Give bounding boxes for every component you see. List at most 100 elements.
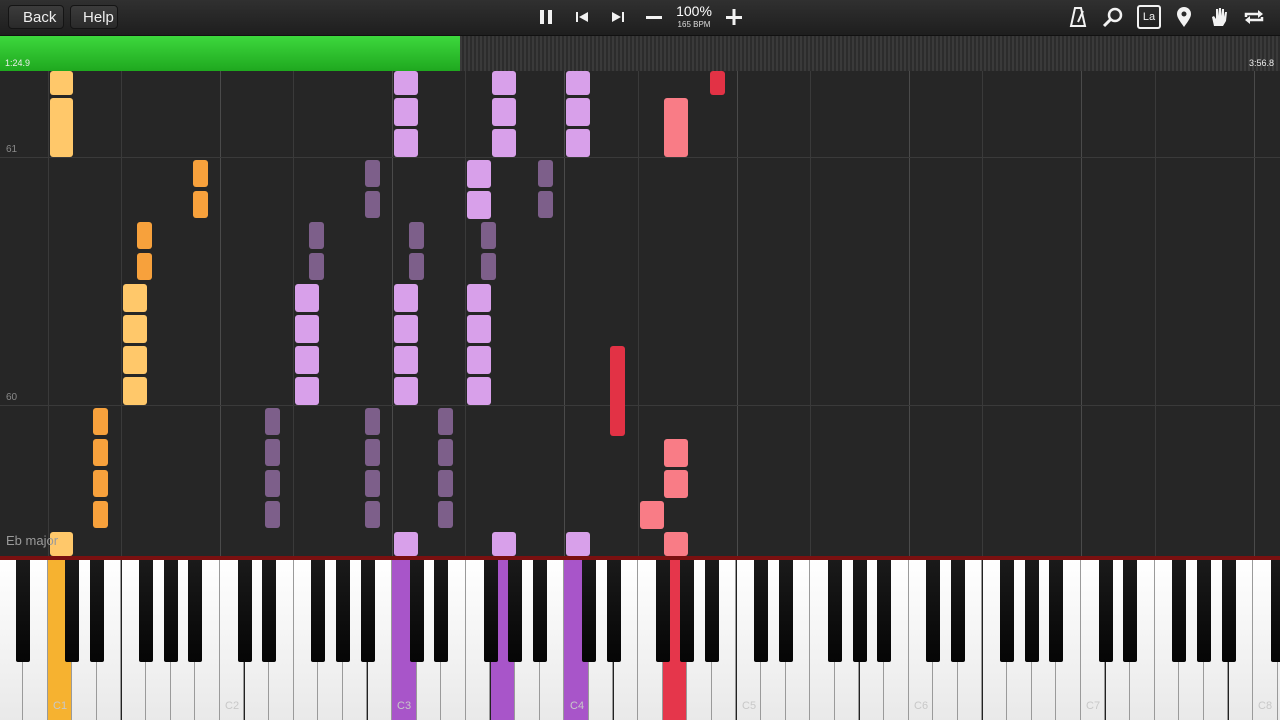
black-key[interactable]	[754, 560, 769, 662]
black-key[interactable]	[1000, 560, 1015, 662]
black-key[interactable]	[877, 560, 892, 662]
black-key[interactable]	[483, 560, 498, 662]
note	[492, 71, 516, 95]
black-key[interactable]	[65, 560, 80, 662]
note	[467, 284, 491, 312]
plus-icon[interactable]	[721, 4, 747, 30]
note	[50, 98, 73, 157]
black-key[interactable]	[532, 560, 547, 662]
black-key[interactable]	[360, 560, 375, 662]
black-key[interactable]	[655, 560, 670, 662]
label-icon[interactable]: La	[1136, 4, 1162, 30]
black-key[interactable]	[16, 560, 31, 662]
octave-label: C2	[225, 700, 240, 712]
zoom-icon[interactable]	[1100, 4, 1126, 30]
note	[664, 532, 688, 556]
progress-bar[interactable]: 1:24.9 3:56.8	[0, 36, 1280, 71]
note	[295, 346, 319, 374]
note	[365, 501, 380, 528]
black-key[interactable]	[680, 560, 695, 662]
black-key[interactable]	[704, 560, 719, 662]
black-key[interactable]	[606, 560, 621, 662]
elapsed-time: 1:24.9	[5, 58, 31, 68]
note	[664, 98, 688, 157]
skip-next-icon[interactable]	[605, 4, 631, 30]
black-key[interactable]	[926, 560, 941, 662]
note	[309, 222, 324, 249]
note	[481, 253, 496, 280]
note	[438, 470, 453, 497]
black-key[interactable]	[89, 560, 104, 662]
black-key[interactable]	[1221, 560, 1236, 662]
black-key[interactable]	[237, 560, 252, 662]
black-key[interactable]	[827, 560, 842, 662]
note	[481, 222, 496, 249]
note	[467, 315, 491, 343]
note	[365, 191, 380, 218]
black-key[interactable]	[581, 560, 596, 662]
black-key[interactable]	[1049, 560, 1064, 662]
note	[93, 470, 108, 497]
note	[365, 470, 380, 497]
black-key[interactable]	[1123, 560, 1138, 662]
note	[566, 532, 590, 556]
metronome-icon[interactable]	[1065, 4, 1091, 30]
black-key[interactable]	[1098, 560, 1113, 662]
black-key[interactable]	[409, 560, 424, 662]
note	[394, 532, 418, 556]
hand-icon[interactable]	[1206, 4, 1232, 30]
back-button[interactable]: Back	[8, 5, 64, 29]
black-key[interactable]	[852, 560, 867, 662]
note	[467, 191, 491, 219]
note	[123, 315, 147, 343]
note	[394, 71, 418, 95]
note	[438, 501, 453, 528]
loop-icon[interactable]	[1241, 4, 1267, 30]
note	[538, 160, 553, 187]
black-key[interactable]	[163, 560, 178, 662]
skip-previous-icon[interactable]	[569, 4, 595, 30]
note	[123, 284, 147, 312]
note	[295, 315, 319, 343]
note	[664, 470, 688, 498]
note	[640, 501, 664, 529]
note	[409, 222, 424, 249]
black-key[interactable]	[1172, 560, 1187, 662]
note	[566, 71, 590, 95]
pause-icon[interactable]	[533, 4, 559, 30]
note	[265, 501, 280, 528]
note	[467, 377, 491, 405]
black-key[interactable]	[1270, 560, 1280, 662]
note	[365, 439, 380, 466]
black-key[interactable]	[950, 560, 965, 662]
black-key[interactable]	[139, 560, 154, 662]
octave-label: C6	[914, 700, 929, 712]
minus-icon[interactable]	[641, 4, 667, 30]
black-key[interactable]	[1196, 560, 1211, 662]
note	[566, 98, 590, 126]
note	[610, 346, 625, 436]
octave-label: C5	[742, 700, 757, 712]
tempo-bpm: 165 BPM	[677, 20, 711, 29]
black-key[interactable]	[188, 560, 203, 662]
octave-label: C3	[397, 700, 412, 712]
note	[394, 129, 418, 157]
piano-keyboard[interactable]	[0, 560, 1280, 720]
black-key[interactable]	[1024, 560, 1039, 662]
note	[265, 439, 280, 466]
black-key[interactable]	[434, 560, 449, 662]
note	[394, 377, 418, 405]
black-key[interactable]	[262, 560, 277, 662]
help-button[interactable]: Help	[70, 5, 118, 29]
note	[265, 408, 280, 435]
note	[394, 284, 418, 312]
black-key[interactable]	[311, 560, 326, 662]
black-key[interactable]	[778, 560, 793, 662]
note	[394, 315, 418, 343]
black-key[interactable]	[508, 560, 523, 662]
marker-icon[interactable]	[1171, 4, 1197, 30]
note	[93, 501, 108, 528]
black-key[interactable]	[335, 560, 350, 662]
note	[93, 408, 108, 435]
piano-roll: 61 60	[0, 71, 1280, 556]
